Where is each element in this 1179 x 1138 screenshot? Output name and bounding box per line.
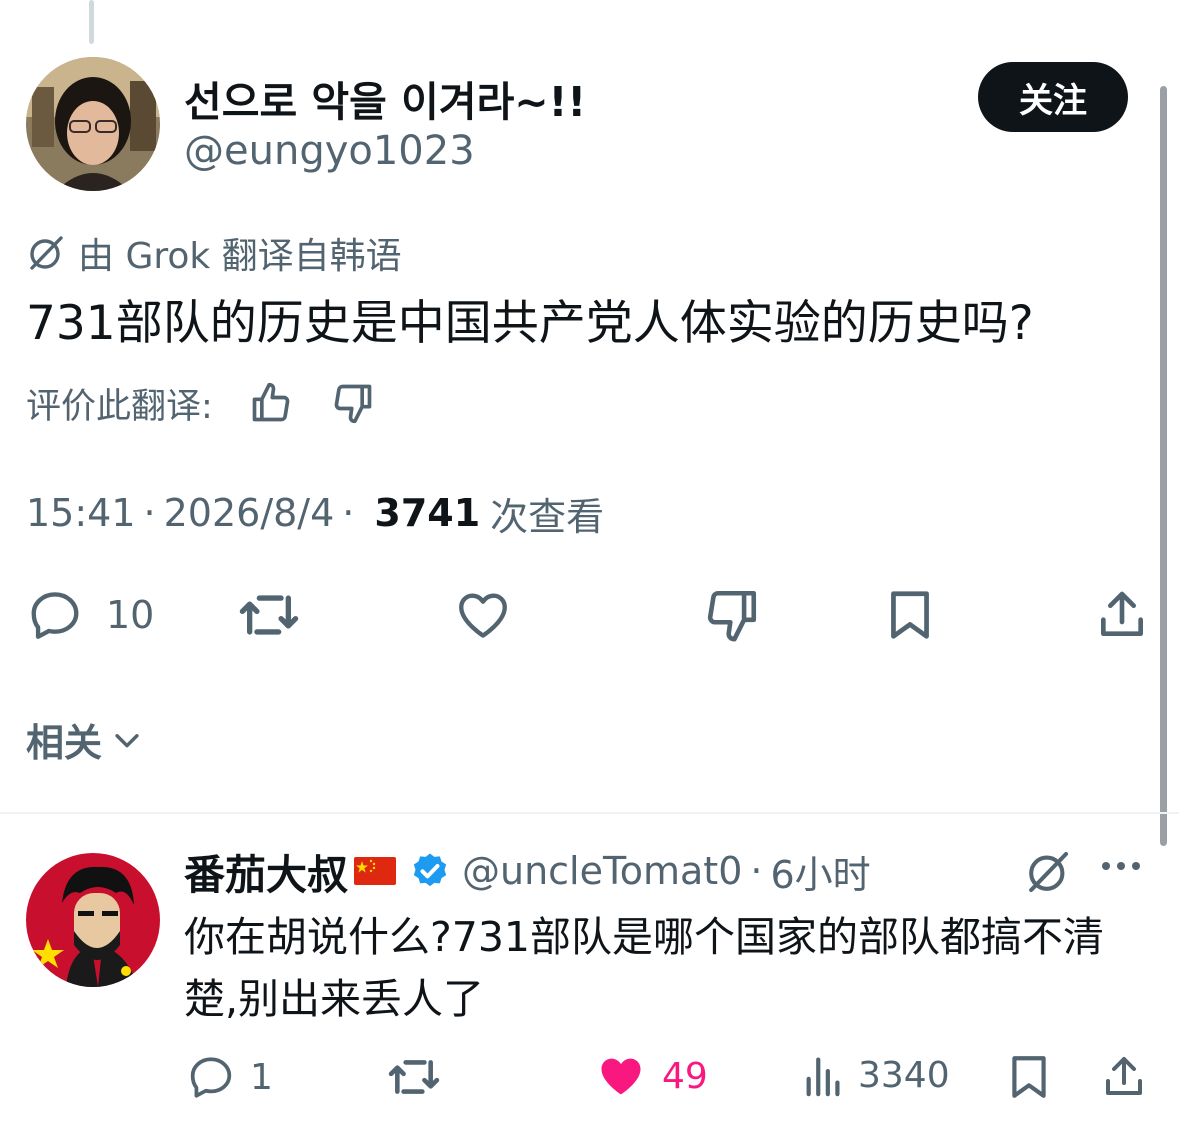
reply-like-count: 49: [662, 1055, 708, 1097]
like-button[interactable]: [452, 586, 514, 644]
thumbs-down-icon[interactable]: [331, 381, 375, 425]
reply-author-name[interactable]: 番茄大叔: [184, 841, 348, 901]
translation-note-text: 由 Grok 翻译自韩语: [78, 236, 402, 277]
share-icon: [1094, 586, 1150, 644]
views-icon: [804, 1052, 844, 1098]
grok-icon: [26, 233, 66, 273]
rate-translation: 评价此翻译:: [26, 380, 375, 427]
tweet-time[interactable]: 15:41: [26, 491, 136, 535]
author-name[interactable]: 선으로 악을 이겨라~!!: [184, 68, 586, 128]
retweet-icon: [236, 586, 302, 644]
reply-share-button[interactable]: [1100, 1052, 1148, 1102]
reply-text: 你在胡说什么?731部队是哪个国家的部队都搞不清楚,别出来丢人了: [184, 913, 1105, 1023]
reply-separator: ·: [750, 849, 763, 893]
reply-header: 番茄大叔 @uncleTomat0 · 6小时: [184, 841, 871, 901]
bookmark-button[interactable]: [884, 586, 936, 644]
reply-author-handle[interactable]: @uncleTomat0: [462, 849, 742, 893]
more-icon[interactable]: [1102, 862, 1140, 870]
reply-bookmark-button[interactable]: [1006, 1052, 1052, 1102]
thumbs-down-icon: [702, 586, 762, 644]
retweet-icon: [386, 1052, 442, 1102]
divider: [0, 812, 1179, 814]
bookmark-icon: [1006, 1052, 1052, 1102]
scrollbar[interactable]: [1160, 86, 1167, 846]
verified-icon[interactable]: [410, 851, 450, 891]
view-count-label: 次查看: [490, 494, 605, 539]
view-count: 3741: [374, 491, 481, 535]
grok-icon[interactable]: [1024, 848, 1072, 900]
related-label: 相关: [26, 721, 103, 765]
meta-separator: ·: [143, 491, 156, 535]
rate-translation-label: 评价此翻译:: [26, 386, 213, 427]
reply-view-count: 3340: [858, 1054, 950, 1096]
reply-count: 10: [106, 593, 155, 637]
author-avatar[interactable]: [26, 57, 160, 191]
reply-reply-count: 1: [250, 1056, 273, 1098]
tweet-meta: 15:41 · 2026/8/4 · 3741 次查看: [26, 486, 604, 540]
dislike-button[interactable]: [702, 586, 762, 644]
tweet-text: 731部队的历史是中国共产党人体实验的历史吗?: [26, 296, 1034, 351]
share-icon: [1100, 1052, 1148, 1102]
reply-icon: [186, 1052, 236, 1102]
china-flag-icon: [354, 857, 396, 885]
reply-like-button[interactable]: 49: [594, 1050, 708, 1102]
heart-icon: [594, 1050, 648, 1102]
share-button[interactable]: [1094, 586, 1150, 644]
meta-separator: ·: [342, 491, 355, 535]
reply-button[interactable]: 10: [26, 586, 154, 644]
heart-icon: [452, 586, 514, 644]
bookmark-icon: [884, 586, 936, 644]
tweet-date[interactable]: 2026/8/4: [164, 491, 335, 535]
thumbs-up-icon[interactable]: [249, 381, 293, 425]
related-toggle[interactable]: 相关: [26, 712, 144, 767]
follow-button[interactable]: 关注: [978, 62, 1128, 132]
reply-views-button[interactable]: 3340: [804, 1052, 950, 1098]
reply-time[interactable]: 6小时: [770, 844, 870, 899]
reply-reply-button[interactable]: 1: [186, 1052, 273, 1102]
thread-line: [89, 0, 94, 44]
author-handle[interactable]: @eungyo1023: [184, 128, 475, 174]
reply-avatar[interactable]: [26, 853, 160, 987]
chevron-down-icon: [110, 723, 144, 757]
reply-retweet-button[interactable]: [386, 1052, 442, 1102]
reply-icon: [26, 586, 84, 644]
translation-note: 由 Grok 翻译自韩语: [26, 230, 402, 277]
retweet-button[interactable]: [236, 586, 302, 644]
